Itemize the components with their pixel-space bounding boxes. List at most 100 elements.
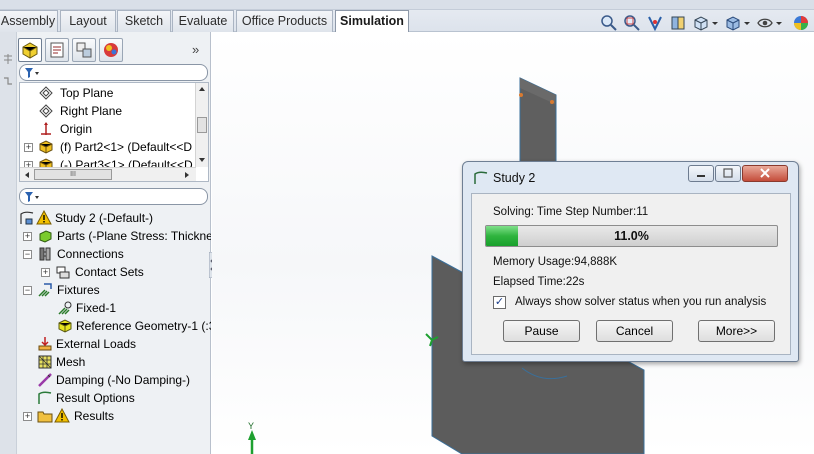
simulation-study-tree: Study 2 (-Default-) + Parts (-Plane Stre…: [19, 205, 211, 454]
origin-icon: [41, 122, 51, 135]
tab-assembly[interactable]: Assembly: [0, 10, 58, 32]
expand-icon[interactable]: +: [41, 268, 50, 277]
property-manager-icon: [50, 42, 64, 58]
contact-sets-icon: [56, 266, 70, 279]
tree-item-label: Connections: [57, 247, 124, 261]
expand-icon[interactable]: +: [24, 143, 33, 152]
tab-configuration-manager[interactable]: [72, 38, 96, 62]
cancel-button[interactable]: Cancel: [596, 320, 673, 342]
previous-view-icon[interactable]: [646, 14, 664, 32]
pause-button[interactable]: Pause: [503, 320, 580, 342]
scroll-down-icon[interactable]: [198, 157, 206, 163]
filter-icon: [25, 192, 39, 202]
expand-panel-chevron[interactable]: »: [192, 42, 199, 57]
tree-item-label: Result Options: [56, 391, 135, 405]
more-button[interactable]: More>>: [698, 320, 775, 342]
tab-simulation[interactable]: Simulation: [335, 10, 409, 33]
dialog-title: Study 2: [493, 171, 536, 185]
chevron-down-icon[interactable]: [742, 14, 752, 32]
triad-y-arrow: [248, 430, 256, 440]
study-icon: [474, 171, 488, 184]
solver-status-dialog: Study 2 Solving: Time Step Number:11 11.…: [462, 161, 799, 362]
elapsed-value: 22s: [565, 276, 585, 288]
memory-label: Memory Usage:: [493, 256, 575, 268]
tree-item-label: Right Plane: [60, 104, 123, 118]
section-view-icon[interactable]: [669, 14, 687, 32]
elapsed-time: Elapsed Time:22s: [493, 276, 584, 288]
always-show-status-checkbox[interactable]: ✓: [493, 296, 506, 309]
sketch-tools-icon[interactable]: [2, 52, 14, 92]
fixtures-icon: [38, 283, 52, 297]
scroll-right-icon[interactable]: [184, 171, 190, 179]
feature-tree-horizontal-scrollbar[interactable]: III: [20, 167, 196, 181]
results-icon: [37, 411, 53, 423]
minimize-button[interactable]: [688, 165, 714, 182]
tab-office-products[interactable]: Office Products: [236, 10, 333, 32]
tree-item-label: Origin: [60, 122, 93, 136]
study-icon: [20, 211, 34, 225]
solver-progress-bar: 11.0%: [485, 225, 778, 247]
view-orientation-icon[interactable]: [692, 14, 710, 32]
fixture-marker: [519, 93, 523, 97]
tab-feature-manager[interactable]: [18, 38, 42, 62]
hide-show-items-icon[interactable]: [756, 14, 774, 32]
display-style-icon[interactable]: [724, 14, 742, 32]
tab-sketch[interactable]: Sketch: [117, 10, 171, 32]
expand-icon[interactable]: +: [23, 232, 32, 241]
tab-layout[interactable]: Layout: [60, 10, 116, 32]
tree-item-label: Parts (-Plane Stress: Thicknes: [57, 229, 211, 243]
feature-tree-vertical-scrollbar[interactable]: [195, 83, 208, 167]
external-loads-icon: [38, 337, 52, 351]
tab-property-manager[interactable]: [45, 38, 69, 62]
scroll-thumb[interactable]: [197, 117, 207, 133]
zoom-to-fit-icon[interactable]: [600, 14, 618, 32]
filter-icon: [25, 68, 39, 78]
reference-geometry-icon: [58, 319, 72, 333]
solving-value: Time Step Number:11: [536, 206, 649, 218]
configuration-manager-icon: [76, 42, 92, 58]
mesh-icon: [38, 355, 52, 369]
progress-percent: 11.0%: [614, 229, 649, 243]
ribbon-edge: [0, 0, 814, 10]
minimize-icon: [697, 175, 705, 177]
close-button[interactable]: [742, 165, 788, 182]
task-pane-strip: [0, 32, 17, 454]
triad-y-label: Y: [248, 421, 254, 431]
display-manager-icon: [104, 43, 118, 57]
tab-display-manager[interactable]: [99, 38, 123, 62]
tree-item-label: Damping (-No Damping-): [56, 373, 191, 387]
memory-value: 94,888K: [574, 256, 618, 268]
tab-evaluate[interactable]: Evaluate: [172, 10, 234, 32]
parts-icon: [39, 230, 52, 243]
chevron-down-icon[interactable]: [774, 14, 784, 32]
chevron-down-icon[interactable]: [710, 14, 720, 32]
plane-icon: [39, 104, 53, 118]
appearance-icon[interactable]: [792, 14, 810, 32]
tree-item-label: Study 2 (-Default-): [55, 211, 154, 225]
expand-icon[interactable]: +: [23, 412, 32, 421]
feature-manager-icon: [22, 42, 38, 59]
solving-status: Solving: Time Step Number:11: [493, 206, 648, 218]
maximize-icon: [723, 168, 733, 178]
tree-item-label: Fixtures: [57, 283, 100, 297]
part-icon: [39, 140, 53, 154]
zoom-to-area-icon[interactable]: [623, 14, 641, 32]
always-show-status-label: Always show solver status when you run a…: [515, 296, 767, 308]
maximize-button[interactable]: [715, 165, 741, 182]
scroll-left-icon[interactable]: [24, 171, 30, 179]
tree-item-label: Top Plane: [60, 86, 114, 100]
study-tree-filter[interactable]: [19, 188, 208, 205]
tree-item-label: Results: [74, 409, 115, 423]
collapse-icon[interactable]: −: [23, 250, 32, 259]
scroll-up-icon[interactable]: [198, 86, 206, 92]
feature-tree-filter[interactable]: [19, 64, 208, 81]
warning-icon: [36, 210, 52, 225]
collapse-icon[interactable]: −: [23, 286, 32, 295]
elapsed-label: Elapsed Time:: [493, 276, 566, 288]
fixed-icon: [58, 301, 72, 315]
plane-icon: [39, 86, 53, 100]
fixture-marker: [550, 100, 554, 104]
scroll-thumb[interactable]: III: [34, 169, 112, 180]
tree-item-label: Contact Sets: [75, 265, 144, 279]
warning-icon: [54, 408, 70, 423]
